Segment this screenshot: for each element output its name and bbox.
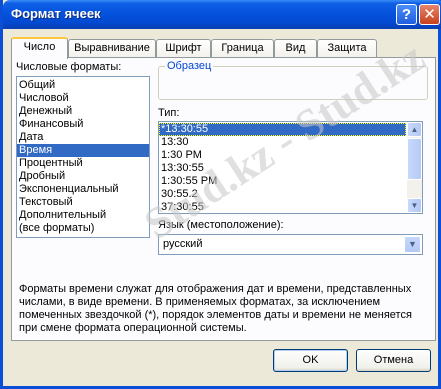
tab-number[interactable]: Число	[11, 37, 68, 59]
category-item[interactable]: Текстовый	[17, 196, 149, 209]
category-item-selected[interactable]: Время	[17, 144, 149, 157]
category-item[interactable]: Финансовый	[17, 118, 149, 131]
category-item[interactable]: Денежный	[17, 105, 149, 118]
tab-font[interactable]: Шрифт	[156, 39, 211, 58]
help-button[interactable]: ?	[396, 4, 417, 25]
window-title: Формат ячеек	[11, 6, 101, 21]
categories-label: Числовые форматы:	[16, 61, 122, 73]
tab-fill[interactable]: Вид	[274, 39, 317, 58]
chevron-down-icon[interactable]: ▼	[404, 236, 421, 253]
type-item[interactable]: 30:55.2	[159, 188, 422, 201]
locale-value: русский	[163, 238, 203, 250]
type-label: Тип:	[158, 107, 180, 119]
type-scrollbar[interactable]: ▲ ▼	[407, 122, 422, 213]
category-item[interactable]: Дополнительный	[17, 209, 149, 222]
scroll-thumb[interactable]	[407, 138, 422, 180]
category-item[interactable]: Числовой	[17, 92, 149, 105]
format-cells-dialog: Формат ячеек ? ✕ Число Выравнивание Шриф…	[0, 0, 441, 389]
category-item[interactable]: (все форматы)	[17, 222, 149, 235]
close-button[interactable]: ✕	[419, 4, 440, 25]
locale-label: Язык (местоположение):	[158, 219, 284, 231]
category-item[interactable]: Общий	[17, 79, 149, 92]
type-item[interactable]: 13:30:55	[159, 162, 422, 175]
scroll-down-icon[interactable]: ▼	[407, 198, 422, 213]
tab-strip: Число Выравнивание Шрифт Граница Вид Защ…	[11, 37, 436, 59]
tab-border[interactable]: Граница	[211, 39, 274, 58]
sample-legend: Образец	[165, 60, 214, 72]
type-listbox[interactable]: *13:30:55 13:30 1:30 PM 13:30:55 1:30:55…	[158, 121, 423, 214]
type-item[interactable]: 1:30 PM	[159, 149, 422, 162]
tab-alignment[interactable]: Выравнивание	[68, 39, 156, 58]
type-item[interactable]: 37:30:55	[159, 201, 422, 213]
tab-protection[interactable]: Защита	[317, 39, 377, 58]
category-item[interactable]: Дробный	[17, 170, 149, 183]
type-item[interactable]: 1:30:55 PM	[159, 175, 422, 188]
locale-select[interactable]: русский ▼	[158, 234, 423, 255]
category-item[interactable]: Дата	[17, 131, 149, 144]
scroll-up-icon[interactable]: ▲	[407, 122, 422, 137]
ok-button[interactable]: OK	[273, 349, 348, 372]
category-item[interactable]: Процентный	[17, 157, 149, 170]
type-item[interactable]: 13:30	[159, 136, 422, 149]
type-item-selected[interactable]: *13:30:55	[159, 123, 406, 136]
category-listbox[interactable]: Общий Числовой Денежный Финансовый Дата …	[16, 76, 150, 238]
category-item[interactable]: Экспоненциальный	[17, 183, 149, 196]
title-bar[interactable]: Формат ячеек ? ✕	[3, 0, 441, 29]
cancel-button[interactable]: Отмена	[356, 349, 431, 372]
format-description: Форматы времени служат для отображения д…	[19, 283, 412, 334]
sample-groupbox: Образец	[158, 60, 428, 100]
